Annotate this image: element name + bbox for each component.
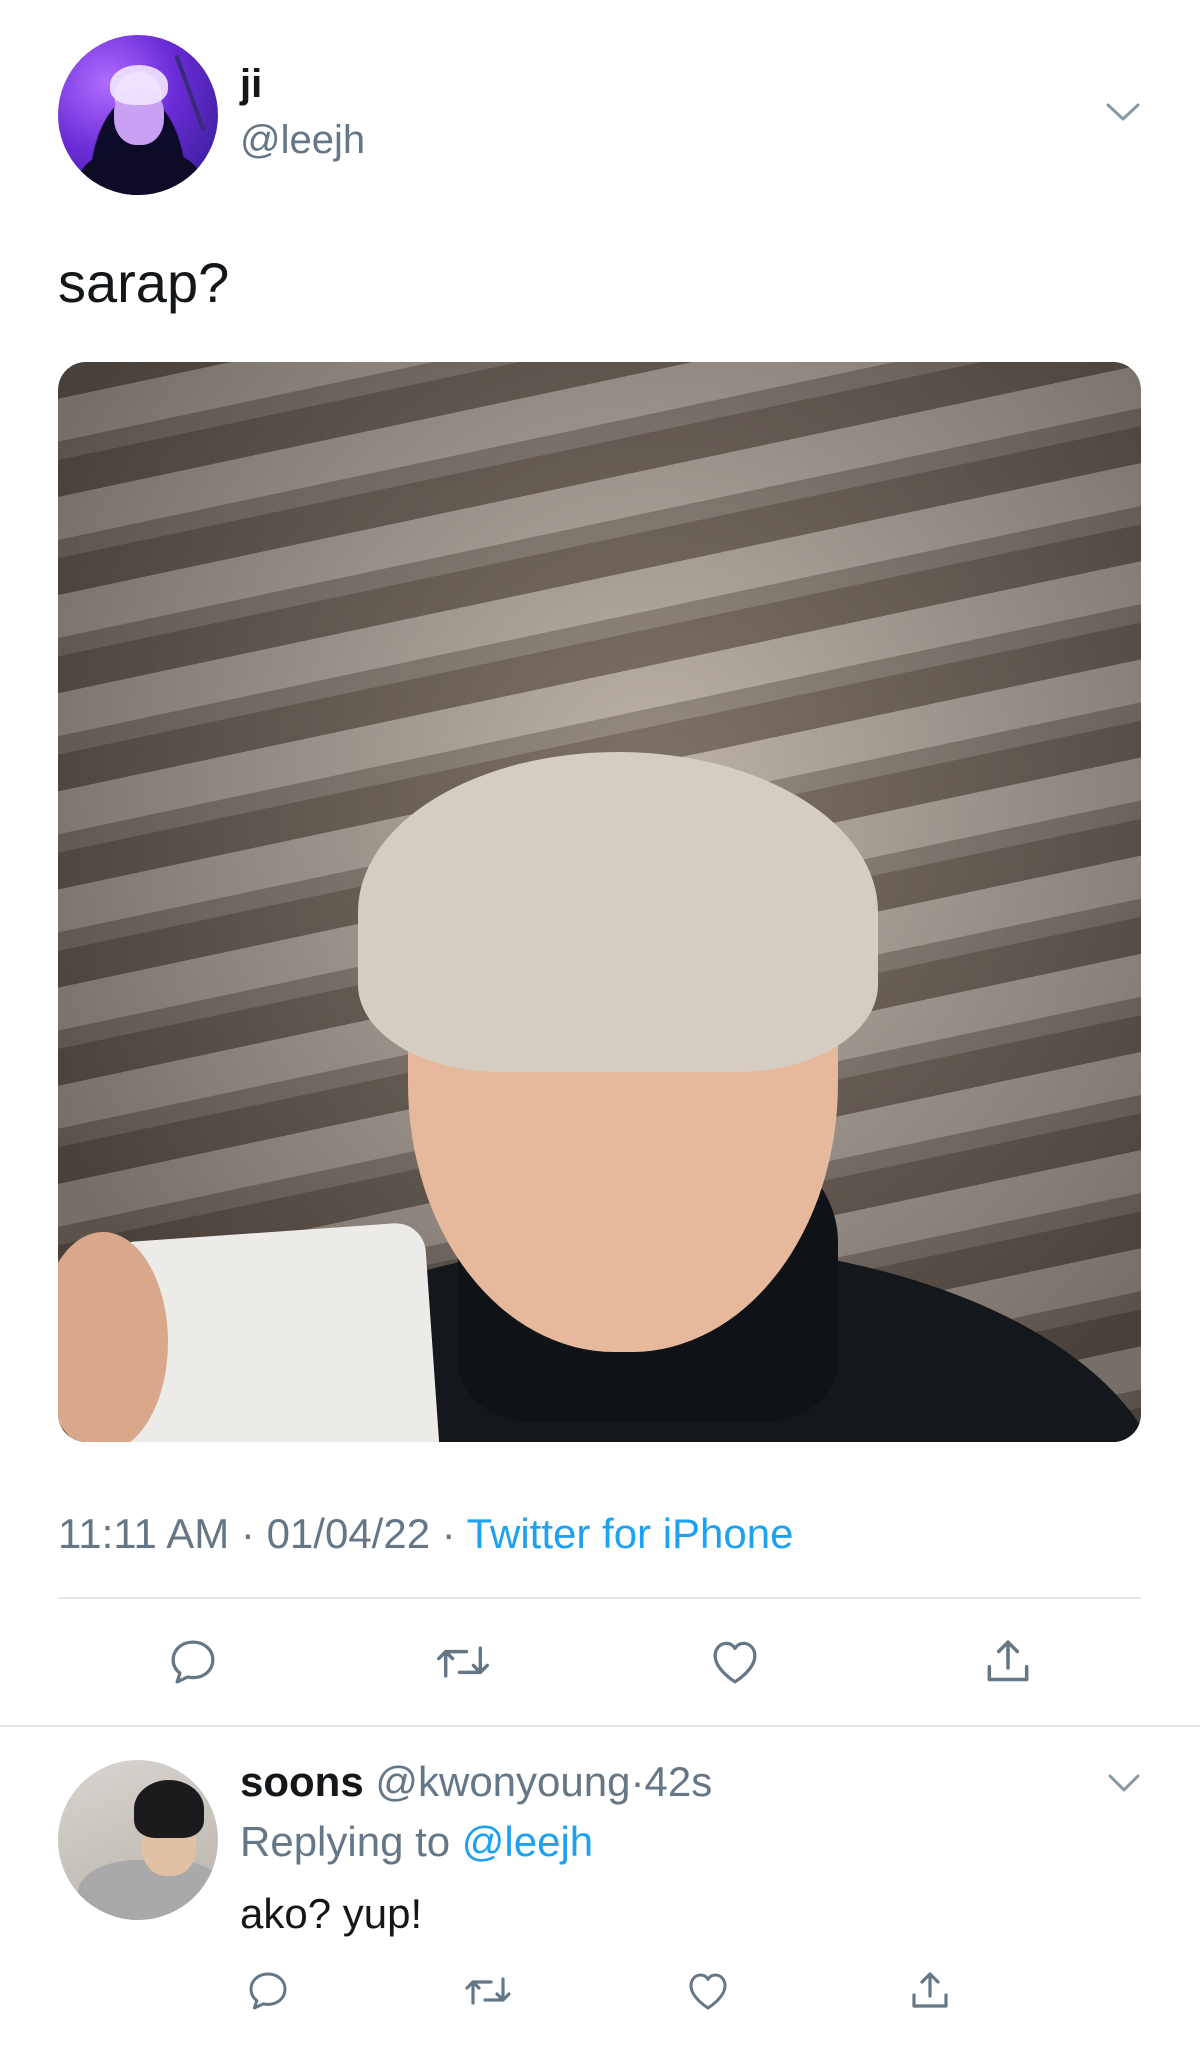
reply-share-button[interactable] — [894, 1955, 966, 2027]
avatar-beanie — [134, 1780, 204, 1838]
tweet-detail-screen: ji @leejh sarap? 11:11 AM · 01/04/22 · T… — [0, 0, 1200, 2048]
reply-icon — [249, 1972, 287, 2010]
reply-author-name[interactable]: soons — [240, 1758, 364, 1805]
author-avatar[interactable] — [58, 35, 218, 195]
tweet-source-link[interactable]: Twitter for iPhone — [467, 1510, 794, 1557]
photo-hair — [358, 752, 878, 1072]
reply-separator: · — [630, 1758, 645, 1805]
tweet-date: 01/04/22 — [266, 1510, 431, 1557]
reply-text: ako? yup! — [240, 1890, 423, 1937]
reply-button[interactable] — [153, 1622, 233, 1702]
reply-retweet-button[interactable] — [452, 1955, 524, 2027]
avatar-shirt — [78, 1860, 218, 1920]
tweet-meta: 11:11 AM · 01/04/22 · Twitter for iPhone — [58, 1510, 793, 1558]
tweet-text: sarap? — [58, 251, 230, 314]
meta-separator: · — [240, 1510, 255, 1557]
avatar-hair — [110, 65, 168, 105]
chevron-down-icon[interactable] — [1105, 100, 1141, 124]
reply-reply-button[interactable] — [232, 1955, 304, 2027]
reply-like-button[interactable] — [672, 1955, 744, 2027]
retweet-icon — [437, 1646, 489, 1678]
reply-author-avatar[interactable] — [58, 1760, 218, 1920]
share-icon — [912, 1972, 948, 2008]
section-divider — [0, 1725, 1200, 1727]
retweet-icon — [465, 1977, 511, 2005]
author-name[interactable]: ji — [240, 62, 262, 107]
share-button[interactable] — [968, 1622, 1048, 1702]
author-handle[interactable]: @leejh — [240, 118, 365, 163]
tweet-photo[interactable] — [58, 362, 1141, 1442]
replying-to-label: Replying to — [240, 1818, 451, 1865]
like-icon — [689, 1973, 727, 2010]
reply-age: 42s — [644, 1758, 713, 1805]
meta-separator: · — [441, 1510, 456, 1557]
share-icon — [987, 1640, 1029, 1682]
replying-to-mention[interactable]: @leejh — [462, 1818, 593, 1865]
reply-author-handle[interactable]: @kwonyoung — [375, 1758, 630, 1805]
divider — [58, 1597, 1141, 1599]
chevron-down-icon[interactable] — [1107, 1772, 1141, 1794]
like-icon — [713, 1641, 757, 1684]
avatar-body — [78, 147, 202, 195]
like-button[interactable] — [695, 1622, 775, 1702]
reply-header: soons @kwonyoung·42s — [240, 1758, 712, 1806]
replying-to: Replying to @leejh — [240, 1818, 593, 1866]
retweet-button[interactable] — [423, 1622, 503, 1702]
reply-icon — [171, 1640, 215, 1684]
avatar-background-lamp — [174, 54, 206, 132]
tweet-time: 11:11 AM — [58, 1510, 230, 1557]
